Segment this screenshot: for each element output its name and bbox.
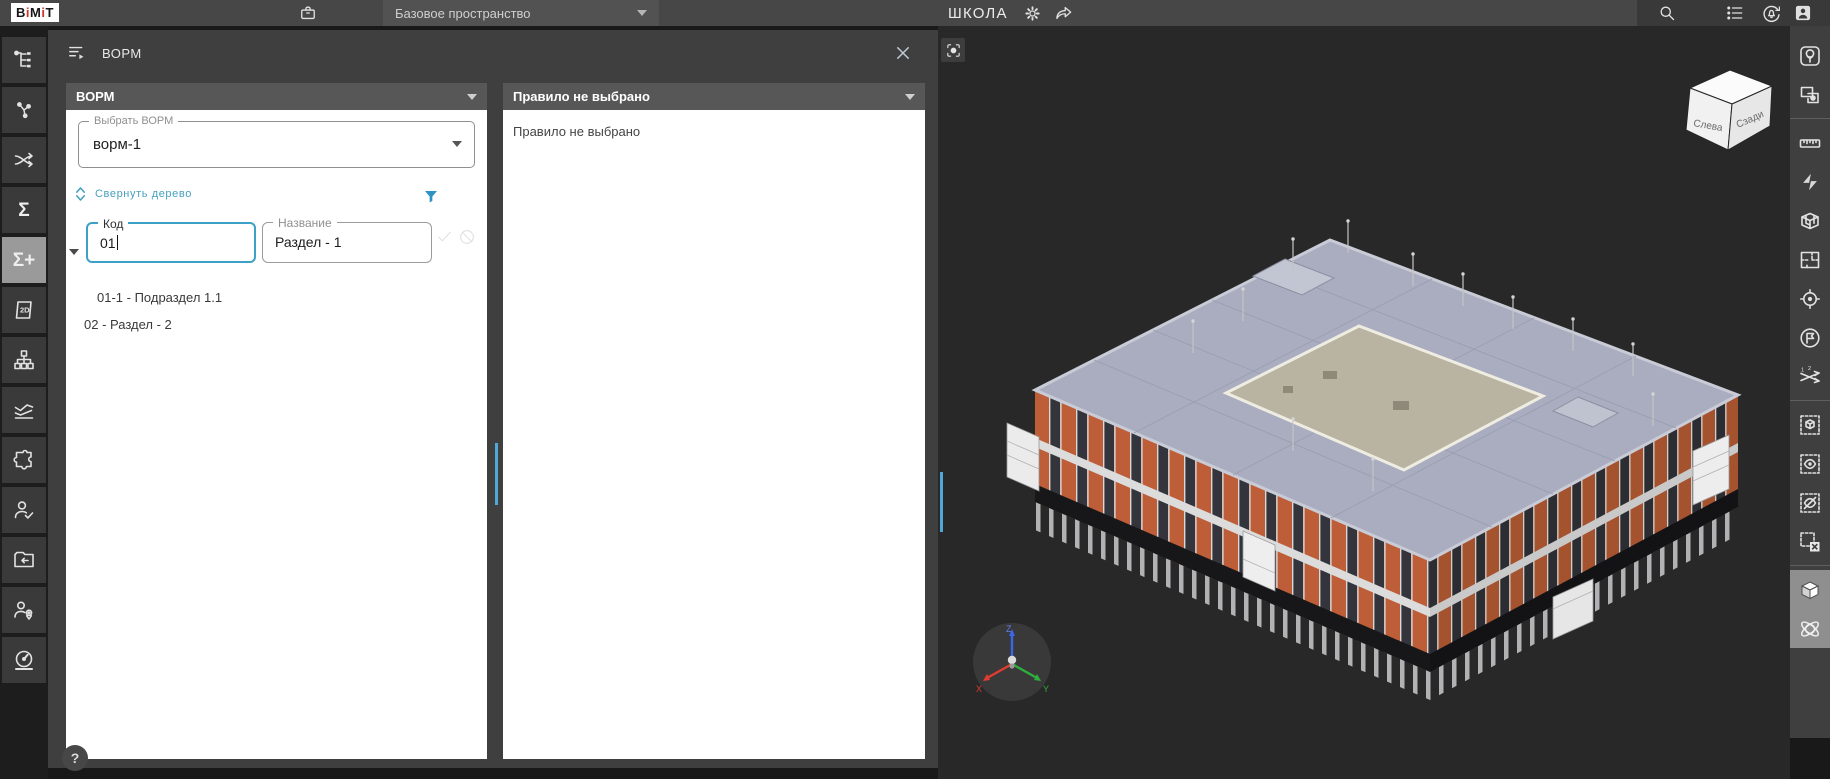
- box-section-icon[interactable]: [1790, 201, 1830, 240]
- logo-letter: M: [30, 5, 41, 20]
- code-field-value: 01: [100, 224, 118, 262]
- toolbar-divider: [1790, 565, 1830, 566]
- top-bar: BiMiT Базовое пространство ШКОЛА: [0, 0, 1830, 26]
- compare-icon[interactable]: 12: [1790, 357, 1830, 396]
- shuffle-icon[interactable]: [2, 137, 46, 183]
- rule-empty-text: Правило не выбрано: [513, 124, 640, 139]
- toolbar-divider: [1790, 400, 1830, 401]
- filter-icon[interactable]: [422, 188, 444, 210]
- gauge-icon[interactable]: [2, 637, 46, 683]
- sigma-glyph: Σ: [18, 201, 29, 220]
- name-field-value: Раздел - 1: [275, 223, 342, 261]
- help-glyph: ?: [71, 750, 80, 766]
- tree-expand-caret[interactable]: [69, 249, 79, 255]
- app-logo[interactable]: BiMiT: [11, 3, 59, 22]
- fit-view-icon[interactable]: [941, 38, 965, 62]
- vorm-panel: ВОРМ Выбрать ВОРМ ворм-1 Свернуть дерево…: [66, 83, 487, 759]
- panel-menu-icon[interactable]: [67, 43, 89, 68]
- hide-eye-icon[interactable]: [1790, 483, 1830, 522]
- structure-tree-icon[interactable]: [2, 37, 46, 83]
- tree-item[interactable]: 02 - Раздел - 2: [84, 317, 172, 332]
- logo-letter: T: [45, 5, 53, 20]
- text-cursor: [117, 235, 119, 250]
- sigma-icon[interactable]: Σ: [2, 187, 46, 233]
- vorm-panel-body: Выбрать ВОРМ ворм-1 Свернуть дерево Код …: [66, 110, 487, 759]
- target-icon[interactable]: [1790, 279, 1830, 318]
- svg-text:2: 2: [1808, 366, 1811, 372]
- toolbar-divider: [1790, 118, 1830, 119]
- search-icon[interactable]: [1655, 1, 1679, 25]
- share-icon[interactable]: [1052, 1, 1076, 25]
- help-button[interactable]: ?: [62, 745, 88, 771]
- topbar-right-section: [1637, 0, 1830, 26]
- rule-header-label: Правило не выбрано: [513, 89, 650, 104]
- user-pin-icon[interactable]: [2, 587, 46, 633]
- isolate-cube-icon[interactable]: [1790, 405, 1830, 444]
- floorplan-icon[interactable]: [1790, 240, 1830, 279]
- logo-letter: B: [16, 5, 26, 20]
- solid-cube-icon[interactable]: [1790, 570, 1830, 609]
- ruler-icon[interactable]: [1790, 123, 1830, 162]
- clear-selection-icon[interactable]: [1790, 522, 1830, 561]
- sigma-plus-glyph: Σ+: [13, 251, 36, 270]
- rule-panel: Правило не выбрано Правило не выбрано: [503, 83, 925, 759]
- overlap-focus-icon[interactable]: [1790, 75, 1830, 114]
- org-chart-icon[interactable]: [2, 337, 46, 383]
- left-toolbar: Σ Σ+ 2D: [0, 26, 48, 779]
- collapse-tree-label: Свернуть дерево: [95, 188, 192, 200]
- folder-return-icon[interactable]: [2, 537, 46, 583]
- vorm-select-value: ворм-1: [93, 122, 141, 167]
- building-model[interactable]: [993, 201, 1753, 746]
- axis-z-label: Z: [1006, 624, 1012, 634]
- axis-x-label: X: [976, 684, 982, 694]
- workspace-label: Базовое пространство: [395, 6, 531, 21]
- gear-icon[interactable]: [1020, 1, 1044, 25]
- close-icon[interactable]: [891, 41, 915, 65]
- axis-y-label: Y: [1043, 684, 1049, 694]
- account-icon[interactable]: [1791, 1, 1815, 25]
- orbit-icon[interactable]: [1790, 609, 1830, 648]
- svg-text:2D: 2D: [20, 306, 30, 315]
- chevron-down-icon: [452, 141, 462, 147]
- name-field[interactable]: Название Раздел - 1: [262, 222, 432, 263]
- connector-icon[interactable]: [2, 87, 46, 133]
- axis-gizmo[interactable]: Z X Y: [970, 620, 1054, 704]
- navigation-cube[interactable]: Слева Сзади: [1680, 62, 1780, 156]
- user-check-icon[interactable]: [2, 487, 46, 533]
- puzzle-icon[interactable]: [2, 437, 46, 483]
- svg-text:1: 1: [1801, 367, 1804, 373]
- unfold-icon: [74, 186, 87, 202]
- vorm-select[interactable]: Выбрать ВОРМ ворм-1: [78, 121, 475, 168]
- nature-icon[interactable]: [1790, 36, 1830, 75]
- workspace-selector[interactable]: Базовое пространство: [383, 0, 659, 26]
- cancel-block-icon[interactable]: [458, 228, 476, 246]
- rule-panel-header[interactable]: Правило не выбрано: [503, 83, 925, 110]
- flash-icon[interactable]: [1790, 162, 1830, 201]
- right-toolbar: 12: [1790, 26, 1830, 738]
- vorm-window: ВОРМ ВОРМ Выбрать ВОРМ ворм-1 Свернуть д…: [48, 30, 938, 768]
- rule-panel-body: Правило не выбрано: [503, 110, 925, 759]
- sigma-plus-icon[interactable]: Σ+: [2, 237, 46, 283]
- 3d-viewport[interactable]: Слева Сзади Z X Y: [938, 26, 1790, 779]
- list-icon[interactable]: [1723, 1, 1747, 25]
- window-title: ВОРМ: [102, 46, 142, 61]
- show-eye-icon[interactable]: [1790, 444, 1830, 483]
- vorm-panel-header[interactable]: ВОРМ: [66, 83, 487, 110]
- trend-lines-icon[interactable]: [2, 387, 46, 433]
- flag-icon[interactable]: [1790, 318, 1830, 357]
- confirm-check-icon[interactable]: [436, 228, 454, 246]
- code-field[interactable]: Код 01: [86, 222, 256, 263]
- doc-2d-icon[interactable]: 2D: [2, 287, 46, 333]
- collapse-tree-button[interactable]: Свернуть дерево: [74, 186, 192, 202]
- window-resize-handle[interactable]: [940, 472, 943, 532]
- chevron-down-icon: [637, 10, 647, 16]
- vorm-header-label: ВОРМ: [76, 89, 115, 104]
- project-title: ШКОЛА: [948, 0, 1008, 26]
- briefcase-icon[interactable]: [296, 1, 320, 25]
- tree-item[interactable]: 01-1 - Подраздел 1.1: [97, 290, 222, 305]
- notifications-icon[interactable]: [1759, 1, 1783, 25]
- chevron-down-icon: [905, 94, 915, 100]
- panel-resize-handle[interactable]: [495, 443, 498, 505]
- chevron-down-icon: [467, 94, 477, 100]
